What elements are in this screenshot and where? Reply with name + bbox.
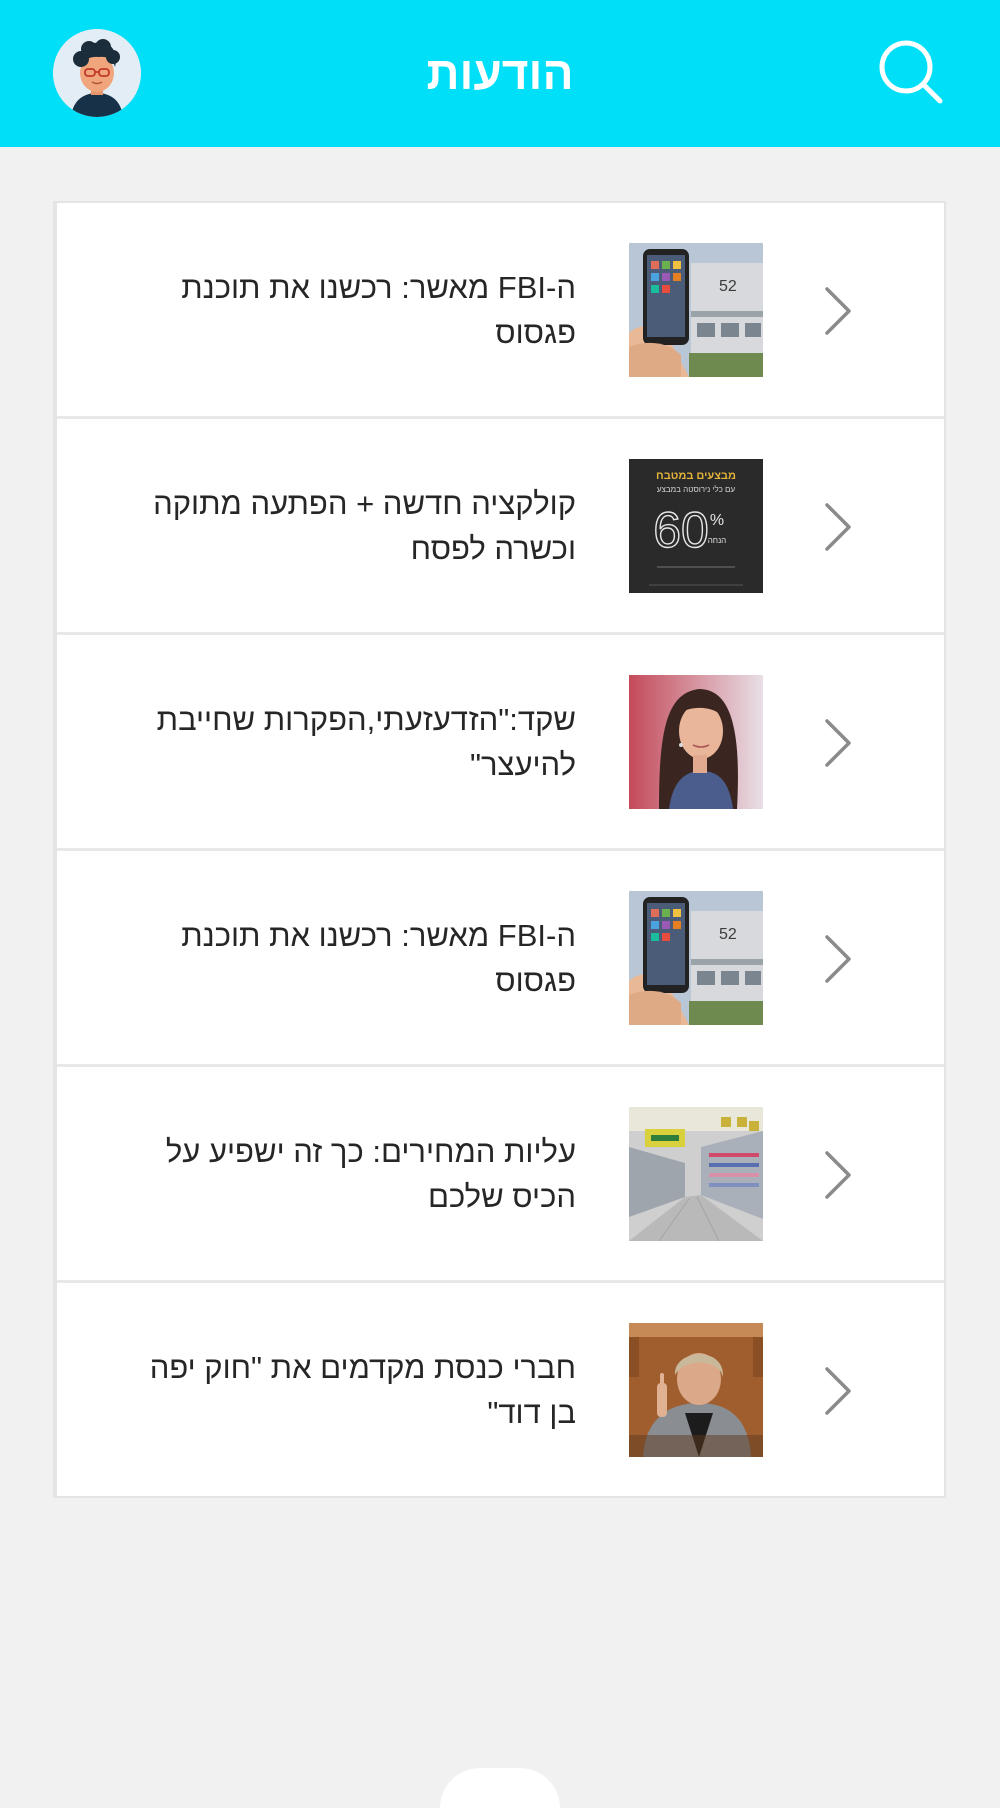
svg-text:52: 52 — [719, 926, 737, 943]
supermarket-aisle-photo — [629, 1107, 763, 1241]
svg-text:עם כלי נירוסטה במבצע: עם כלי נירוסטה במבצע — [657, 485, 736, 494]
svg-text:52: 52 — [719, 278, 737, 295]
message-title: ה-FBI מאשר: רכשנו את תוכנת פגסוס — [181, 917, 576, 998]
phone-building-photo: 52 — [629, 891, 763, 1025]
message-title: חברי כנסת מקדמים את "חוק יפה בן דוד" — [149, 1349, 576, 1430]
page-title: הודעות — [426, 47, 574, 99]
chevron-right-icon — [815, 933, 855, 985]
list-item[interactable]: 52 ה-FBI מאשר: רכשנו את תוכנת פגסוס — [57, 851, 944, 1067]
message-title: ה-FBI מאשר: רכשנו את תוכנת פגסוס — [181, 269, 576, 350]
message-title: עליות המחירים: כך זה ישפיע על הכיס שלכם — [165, 1133, 576, 1214]
svg-text:60: 60 — [653, 502, 709, 558]
home-indicator — [440, 1768, 560, 1808]
app-header: הודעות — [0, 0, 1000, 147]
list-item[interactable]: עליות המחירים: כך זה ישפיע על הכיס שלכם — [57, 1067, 944, 1283]
svg-text:%: % — [710, 512, 724, 529]
message-title: קולקציה חדשה + הפתעה מתוקה וכשרה לפסח — [153, 485, 576, 566]
message-title: שקד:"הזדעזעתי,הפקרות שחייבת להיעצר" — [156, 701, 576, 782]
chevron-right-icon — [815, 717, 855, 769]
list-item[interactable]: שקד:"הזדעזעתי,הפקרות שחייבת להיעצר" — [57, 635, 944, 851]
woman-portrait-photo — [629, 675, 763, 809]
list-item[interactable]: חברי כנסת מקדמים את "חוק יפה בן דוד" — [57, 1283, 944, 1496]
messages-list: 52 ה-FBI מאשר: רכשנו את תוכנת פגסוס מבצע… — [53, 201, 946, 1498]
list-item[interactable]: 52 ה-FBI מאשר: רכשנו את תוכנת פגסוס — [57, 203, 944, 419]
svg-text:מבצעים במטבח: מבצעים במטבח — [656, 470, 736, 482]
chevron-right-icon — [815, 1365, 855, 1417]
search-icon — [879, 40, 943, 104]
svg-text:הנחה: הנחה — [708, 536, 727, 545]
search-button[interactable] — [875, 36, 947, 108]
chevron-right-icon — [815, 1149, 855, 1201]
sale-60-percent-ad: מבצעים במטבח עם כלי נירוסטה במבצע 60 % ה… — [629, 459, 763, 593]
phone-building-photo: 52 — [629, 243, 763, 377]
chevron-right-icon — [815, 285, 855, 337]
chevron-right-icon — [815, 501, 855, 553]
list-item[interactable]: מבצעים במטבח עם כלי נירוסטה במבצע 60 % ה… — [57, 419, 944, 635]
speaker-podium-photo — [629, 1323, 763, 1457]
